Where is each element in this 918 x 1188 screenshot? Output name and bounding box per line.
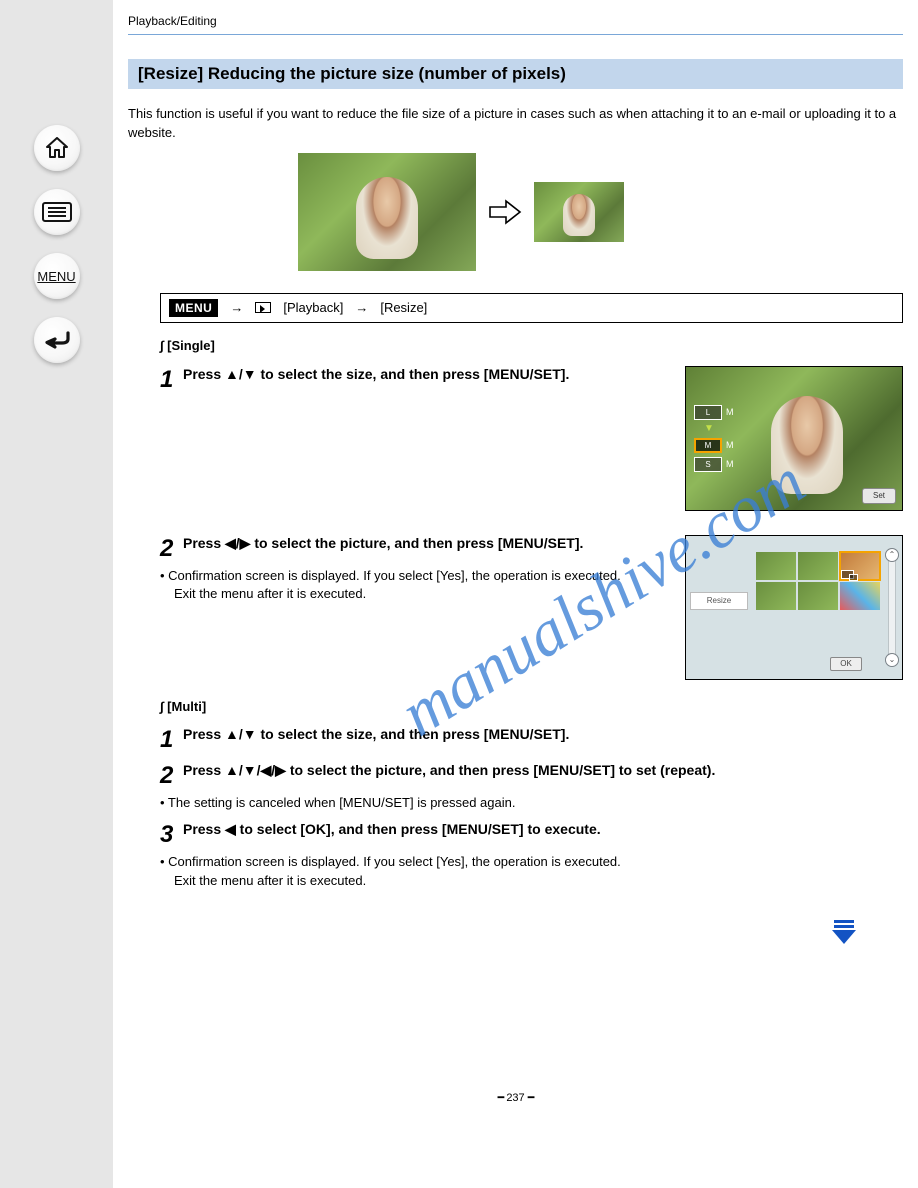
menu-button-label: MENU [37, 269, 75, 284]
photo-after [534, 182, 624, 242]
category-label: [Playback] [283, 300, 343, 315]
size-m-suffix: M [726, 440, 734, 450]
photo-before [298, 153, 476, 271]
size-m-suffix: M [726, 459, 734, 469]
multi-step3-bullet: • Confirmation screen is displayed. If y… [160, 853, 903, 872]
scroll-up-icon: ⌃ [885, 548, 899, 562]
menu-path-box: MENU → [Playback] → [Resize] [160, 293, 903, 323]
section-path: Playback/Editing [128, 0, 903, 34]
size-option-m-selected: M [694, 438, 722, 453]
step-2: 2 Press ◀/▶ to select the picture, and t… [160, 535, 903, 680]
thumbnail-selected [840, 552, 880, 580]
step-number: 2 [160, 762, 173, 790]
thumbnail-grid [756, 552, 880, 610]
page-title: [Resize] Reducing the picture size (numb… [128, 59, 903, 89]
screen-preview-1: LM ▼ MM SM Set [685, 366, 903, 511]
page-number: ━ 237 ━ [128, 891, 903, 1104]
toc-button[interactable] [34, 189, 80, 235]
nav-buttons: MENU [0, 125, 113, 363]
item-label: [Resize] [380, 300, 427, 315]
single-section: ∫ [Single] 1 Press ▲/▼ to select the siz… [160, 337, 903, 891]
scroll-down-icon: ⌄ [885, 653, 899, 667]
set-button: Set [862, 488, 896, 504]
list-icon [42, 202, 72, 222]
step-number: 1 [160, 366, 173, 394]
size-option-l: L [694, 405, 722, 420]
thumbnail [840, 582, 880, 610]
resize-label: Resize [690, 592, 748, 610]
resize-badge-icon [841, 570, 854, 579]
home-icon [45, 137, 69, 159]
down-arrow-icon: ▼ [704, 424, 734, 434]
page-number-value: 237 [506, 1092, 524, 1104]
step-number: 2 [160, 535, 173, 563]
size-m-suffix: M [726, 407, 734, 417]
step-number: 3 [160, 821, 173, 849]
step-number: 1 [160, 726, 173, 754]
step-1-title: Press ▲/▼ to select the size, and then p… [183, 366, 569, 382]
back-icon [44, 330, 70, 350]
separator [128, 34, 903, 35]
resize-illustration [298, 153, 903, 271]
multi-step3-title: Press ◀ to select [OK], and then press [… [183, 821, 601, 837]
step-2-title: Press ◀/▶ to select the picture, and the… [183, 535, 583, 551]
step-1: 1 Press ▲/▼ to select the size, and then… [160, 366, 903, 511]
home-button[interactable] [34, 125, 80, 171]
size-option-s: S [694, 457, 722, 472]
arrow-icon: → [230, 300, 243, 315]
size-options: LM ▼ MM SM [694, 405, 734, 472]
screen-preview-2: Resize ⌃ ⌄ [685, 535, 903, 680]
multi-step2-bullet: • The setting is canceled when [MENU/SET… [160, 794, 903, 813]
thumbnail [798, 552, 838, 580]
single-header: ∫ [Single] [160, 337, 903, 356]
sidebar: MENU [0, 0, 113, 1188]
playback-icon [255, 302, 271, 313]
multi-header: ∫ [Multi] [160, 698, 903, 717]
intro-text: This function is useful if you want to r… [128, 105, 903, 143]
multi-step2-title: Press ▲/▼/◀/▶ to select the picture, and… [183, 762, 715, 778]
diagram-size-select: LM ▼ MM SM Set [685, 366, 903, 511]
multi-step1-title: Press ▲/▼ to select the size, and then p… [183, 726, 569, 742]
multi-step3-subtext: Exit the menu after it is executed. [174, 872, 903, 891]
diagram-multi-select: Resize ⌃ ⌄ [685, 535, 903, 680]
scrollbar [888, 552, 896, 663]
menu-button[interactable]: MENU [34, 253, 80, 299]
thumbnail [798, 582, 838, 610]
continue-arrow-icon [830, 920, 858, 946]
menu-chip: MENU [169, 299, 218, 317]
step-2-subtext: Exit the menu after it is executed. [174, 585, 665, 604]
thumbnail [756, 552, 796, 580]
back-button[interactable] [34, 317, 80, 363]
thumbnail [756, 582, 796, 610]
step-2-bullet: • Confirmation screen is displayed. If y… [160, 567, 665, 586]
arrow-icon: → [355, 300, 368, 315]
arrow-right-icon [488, 199, 522, 225]
ok-button: OK [830, 657, 862, 671]
content-area: Playback/Editing [Resize] Reducing the p… [113, 0, 918, 1188]
